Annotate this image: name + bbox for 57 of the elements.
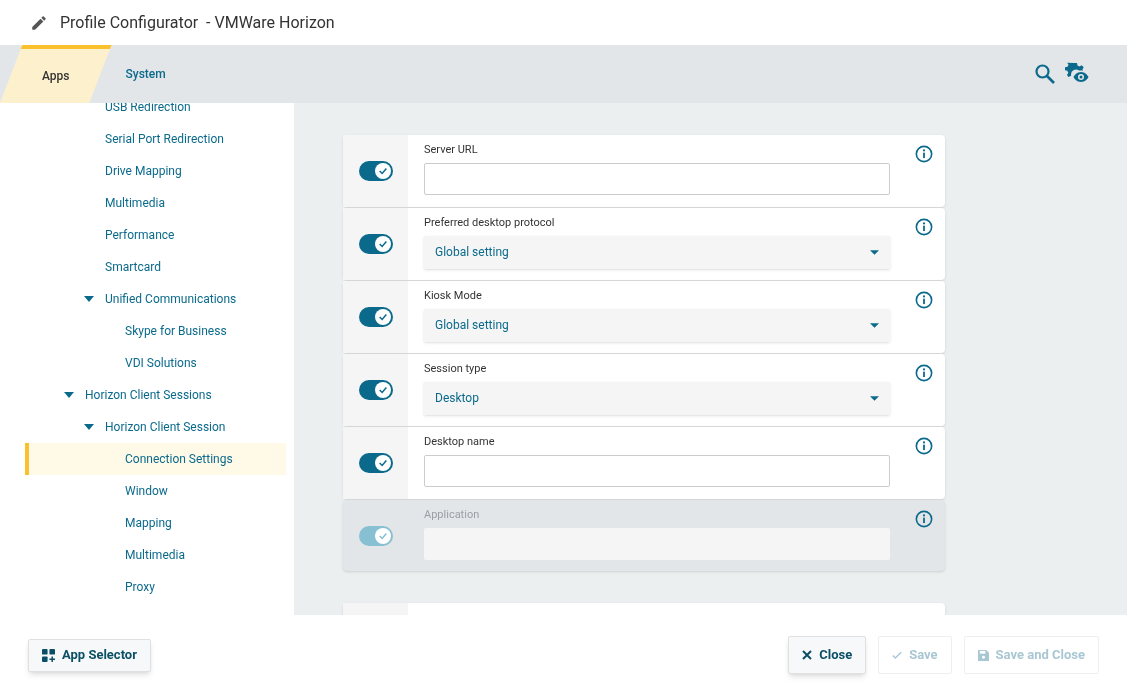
info-icon[interactable] bbox=[914, 437, 933, 455]
dropdown[interactable]: Global setting bbox=[424, 308, 890, 342]
check-icon bbox=[377, 530, 388, 541]
field-label: Desktop name bbox=[424, 434, 496, 450]
tree-item[interactable]: Serial Port Redirection bbox=[105, 130, 224, 148]
tree-item[interactable]: Horizon Client Sessions bbox=[85, 386, 212, 404]
caret-down-icon[interactable] bbox=[84, 424, 94, 430]
check-icon bbox=[892, 650, 903, 660]
field-label: Session type bbox=[424, 361, 488, 377]
tree-item[interactable]: Horizon Client Session bbox=[105, 418, 226, 436]
info-icon[interactable] bbox=[914, 291, 933, 309]
tree-item[interactable]: Smartcard bbox=[105, 258, 161, 276]
field-label: Server URL bbox=[424, 142, 479, 158]
check-icon bbox=[377, 166, 388, 176]
tab[interactable]: Apps bbox=[0, 45, 112, 103]
tree-item[interactable]: Skype for Business bbox=[125, 322, 227, 340]
toggle-switch[interactable] bbox=[358, 234, 393, 254]
search-icon[interactable] bbox=[1033, 62, 1057, 86]
dropdown[interactable]: Global setting bbox=[424, 235, 890, 269]
check-icon bbox=[377, 385, 388, 395]
text-field[interactable] bbox=[424, 454, 890, 487]
caret-down-icon bbox=[870, 322, 879, 328]
toggle-switch[interactable] bbox=[358, 161, 393, 181]
toggle-switch[interactable] bbox=[358, 380, 393, 400]
pencil-icon bbox=[30, 13, 48, 32]
info-icon[interactable] bbox=[914, 145, 933, 163]
caret-down-icon[interactable] bbox=[64, 392, 74, 398]
tree-item[interactable]: Multimedia bbox=[125, 546, 185, 564]
close-icon bbox=[802, 650, 813, 660]
check-icon bbox=[377, 312, 388, 322]
text-field[interactable] bbox=[424, 162, 890, 195]
button[interactable]: App Selector bbox=[28, 638, 151, 672]
check-icon bbox=[377, 239, 388, 249]
dropdown[interactable]: Desktop bbox=[424, 381, 890, 415]
info-icon[interactable] bbox=[914, 364, 933, 382]
tree-item[interactable]: Proxy bbox=[125, 578, 155, 596]
tree-item[interactable]: Window bbox=[125, 482, 168, 500]
caret-down-icon bbox=[870, 249, 879, 255]
tree-item[interactable]: Multimedia bbox=[105, 194, 165, 212]
button[interactable]: Close bbox=[788, 636, 867, 674]
toggle-switch[interactable] bbox=[358, 453, 393, 473]
tree-item[interactable]: Mapping bbox=[125, 514, 172, 532]
tree-item[interactable]: VDI Solutions bbox=[125, 354, 197, 372]
grid-plus-icon bbox=[42, 648, 55, 662]
field-label: Application bbox=[424, 507, 481, 523]
info-icon[interactable] bbox=[914, 510, 933, 528]
toggle-switch[interactable] bbox=[358, 307, 393, 327]
window-title: Profile Configurator - VMWare Horizon bbox=[60, 11, 335, 34]
tree-item[interactable]: Unified Communications bbox=[105, 290, 237, 308]
field-label: Kiosk Mode bbox=[424, 288, 483, 304]
tree-item[interactable]: Drive Mapping bbox=[105, 162, 182, 180]
caret-down-icon bbox=[870, 395, 879, 401]
info-icon[interactable] bbox=[914, 218, 933, 236]
tree-item[interactable]: Performance bbox=[105, 226, 175, 244]
caret-down-icon[interactable] bbox=[84, 296, 94, 302]
check-icon bbox=[377, 458, 388, 468]
field-label: Preferred desktop protocol bbox=[424, 215, 556, 231]
